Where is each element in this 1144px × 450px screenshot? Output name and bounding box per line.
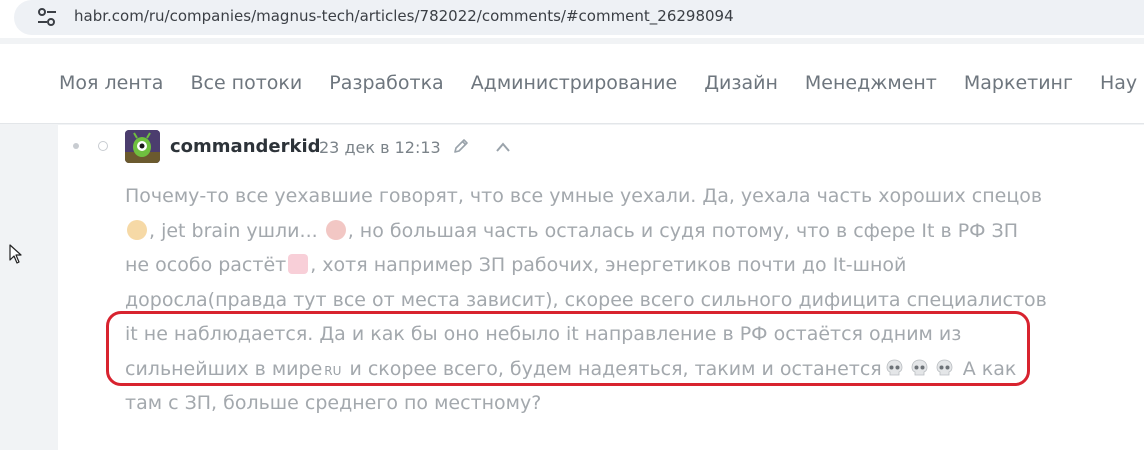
url-bar[interactable]: habr.com/ru/companies/magnus-tech/articl… <box>14 0 1144 35</box>
comment-timestamp[interactable]: 23 дек в 12:13 <box>319 138 441 157</box>
tune-icon[interactable] <box>36 6 58 28</box>
browser-address-bar: habr.com/ru/companies/magnus-tech/articl… <box>0 0 1144 38</box>
site-nav: Моя лента Все потоки Разработка Админист… <box>0 44 1144 124</box>
nav-item-marketing[interactable]: Маркетинг <box>964 72 1073 94</box>
url-text[interactable]: habr.com/ru/companies/magnus-tech/articl… <box>74 7 734 25</box>
comment-line: , jet brain ушли... , но большая часть о… <box>125 214 1110 249</box>
alien-avatar-icon <box>125 130 160 163</box>
skull-icon <box>936 359 953 375</box>
comment-text: и скорее всего, будем надеяться, таким и… <box>343 357 882 380</box>
chevron-up-icon[interactable] <box>495 141 511 153</box>
comment-text: it не наблюдается. Да и как бы оно небыл… <box>125 323 962 345</box>
pensive-face-icon <box>127 219 147 240</box>
comment-text: , jet brain ушли... <box>149 219 324 242</box>
nav-item-design[interactable]: Дизайн <box>704 72 778 94</box>
comment-text: доросла(правда тут все от места зависит)… <box>125 288 1047 311</box>
comment-text: А как <box>956 357 1017 380</box>
comment-author[interactable]: commanderkid <box>170 136 321 157</box>
comment-text: там с ЗП, больше среднего по местному? <box>125 392 542 414</box>
nav-item-all-streams[interactable]: Все потоки <box>190 72 302 94</box>
comment-line: не особо растёт , хотя например ЗП рабочи… <box>125 248 1110 283</box>
thread-ring-icon[interactable] <box>98 141 108 151</box>
comment-line: it не наблюдается. Да и как бы оно небыл… <box>125 317 1110 352</box>
nav-list: Моя лента Все потоки Разработка Админист… <box>59 72 1144 94</box>
comment-line: доросла(правда тут все от места зависит)… <box>125 283 1110 318</box>
crying-face-icon <box>325 219 346 240</box>
skull-icon <box>886 359 903 375</box>
mouse-cursor-icon <box>9 244 22 264</box>
nav-item-administration[interactable]: Администрирование <box>471 72 678 94</box>
thread-dot-icon <box>73 143 79 149</box>
skull-icon <box>911 359 928 375</box>
comment-body: Почему-то все уехавшие говорят, что все … <box>125 179 1110 421</box>
comment-text: сильнейших в мире <box>125 357 323 380</box>
pencil-icon[interactable] <box>452 137 470 155</box>
avatar[interactable] <box>125 130 160 163</box>
nav-item-management[interactable]: Менеджмент <box>805 72 937 94</box>
nav-item-my-feed[interactable]: Моя лента <box>59 72 163 94</box>
comment-line: там с ЗП, больше среднего по местному? <box>125 386 1110 421</box>
pig-face-icon <box>288 254 309 274</box>
comment-text: не особо растёт <box>125 254 287 276</box>
comment-text: Почему-то все уехавшие говорят, что все … <box>125 185 1043 207</box>
flag-ru-icon: RU <box>324 363 342 378</box>
nav-item-development[interactable]: Разработка <box>329 72 443 94</box>
comment-line: сильнейших в мире RU и скорее всего, буде… <box>125 352 1110 387</box>
nav-item-science[interactable]: Нау <box>1100 72 1137 94</box>
comment-text: , хотя например ЗП рабочих, энергетиков … <box>310 254 907 276</box>
comment-text: , но большая часть осталась и судя потом… <box>347 219 1019 242</box>
comment-line: Почему-то все уехавшие говорят, что все … <box>125 179 1110 214</box>
